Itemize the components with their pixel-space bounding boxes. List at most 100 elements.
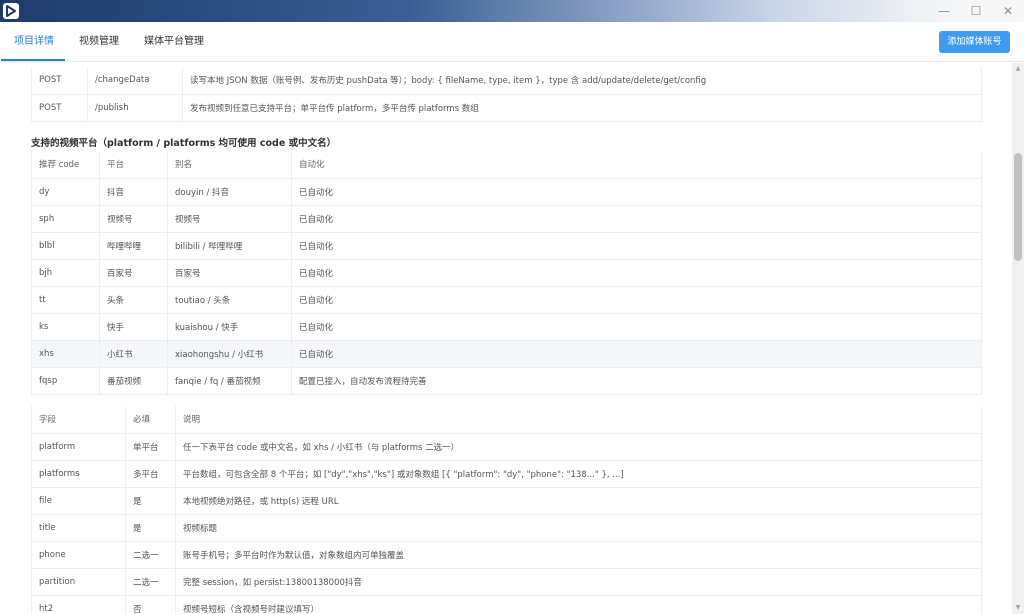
cell-platform: 哔哩哔哩	[99, 232, 168, 260]
cell-alias: 百家号	[167, 259, 292, 287]
cell-code: fqsp	[31, 367, 100, 395]
cell-field: ht2	[31, 595, 126, 614]
header-field: 字段	[31, 406, 126, 434]
api-method: POST	[31, 67, 88, 95]
api-path: /changeData	[87, 67, 183, 95]
tab-bar: 项目详情 视频管理 媒体平台管理 添加媒体账号	[0, 22, 1024, 62]
scroll-down-icon[interactable]: ▼	[1012, 602, 1024, 614]
cell-automation: 已自动化	[291, 232, 982, 260]
api-method: POST	[31, 94, 88, 122]
cell-required: 多平台	[125, 460, 176, 488]
vertical-scrollbar[interactable]: ▲ ▼	[1012, 63, 1024, 614]
api-desc: 发布视频到任意已支持平台；单平台传 platform，多平台传 platform…	[182, 94, 982, 122]
cell-alias: kuaishou / 快手	[167, 313, 292, 341]
api-table: POST /changeData 读写本地 JSON 数据（账号例、发布历史 p…	[31, 67, 982, 122]
table-header-row: 字段 必填 说明	[31, 406, 982, 434]
cell-platform: 抖音	[99, 178, 168, 206]
platform-section-title: 支持的视频平台（platform / platforms 均可使用 code 或…	[31, 138, 337, 149]
table-row-hovered: xhs 小红书 xiaohongshu / 小红书 已自动化	[31, 340, 982, 368]
table-row: file 是 本地视频绝对路径，或 http(s) 远程 URL	[31, 487, 982, 515]
cell-description: 任一下表平台 code 或中文名，如 xhs / 小红书（与 platforms…	[175, 433, 982, 461]
cell-code: xhs	[31, 340, 100, 368]
cell-required: 单平台	[125, 433, 176, 461]
header-automation: 自动化	[291, 151, 982, 179]
cell-field: phone	[31, 541, 126, 569]
cell-alias: fanqie / fq / 番茄视频	[167, 367, 292, 395]
cell-platform: 视频号	[99, 205, 168, 233]
cell-platform: 百家号	[99, 259, 168, 287]
tab-media-platform-management[interactable]: 媒体平台管理	[144, 22, 204, 62]
window-titlebar: — ☐ ✕	[0, 0, 1024, 22]
close-icon[interactable]: ✕	[992, 0, 1024, 22]
cell-code: tt	[31, 286, 100, 314]
cell-alias: douyin / 抖音	[167, 178, 292, 206]
table-row: platforms 多平台 平台数组，可包含全部 8 个平台；如 ["dy","…	[31, 460, 982, 488]
header-alias: 别名	[167, 151, 292, 179]
cell-code: ks	[31, 313, 100, 341]
header-code: 推荐 code	[31, 151, 100, 179]
cell-code: sph	[31, 205, 100, 233]
cell-platform: 小红书	[99, 340, 168, 368]
cell-alias: toutiao / 头条	[167, 286, 292, 314]
add-media-account-button[interactable]: 添加媒体账号	[939, 31, 1010, 53]
tab-video-management[interactable]: 视频管理	[79, 22, 119, 62]
cell-field: title	[31, 514, 126, 542]
cell-required: 是	[125, 487, 176, 515]
cell-platform: 番茄视频	[99, 367, 168, 395]
cell-automation: 配置已接入，自动发布流程待完善	[291, 367, 982, 395]
api-path: /publish	[87, 94, 183, 122]
cell-required: 是	[125, 514, 176, 542]
table-row: tt 头条 toutiao / 头条 已自动化	[31, 286, 982, 314]
app-logo-icon	[3, 3, 19, 19]
table-row: ks 快手 kuaishou / 快手 已自动化	[31, 313, 982, 341]
maximize-icon[interactable]: ☐	[960, 0, 992, 22]
tab-project-details[interactable]: 项目详情	[14, 22, 54, 62]
table-row: partition 二选一 完整 session，如 persist:13800…	[31, 568, 982, 596]
cell-required: 二选一	[125, 568, 176, 596]
cell-description: 本地视频绝对路径，或 http(s) 远程 URL	[175, 487, 982, 515]
table-row: phone 二选一 账号手机号；多平台时作为默认值，对象数组内可单独覆盖	[31, 541, 982, 569]
table-row: bjh 百家号 百家号 已自动化	[31, 259, 982, 287]
table-row: dy 抖音 douyin / 抖音 已自动化	[31, 178, 982, 206]
cell-description: 完整 session，如 persist:13800138000抖音	[175, 568, 982, 596]
cell-platform: 快手	[99, 313, 168, 341]
cell-alias: bilibili / 哔哩哔哩	[167, 232, 292, 260]
table-row: POST /publish 发布视频到任意已支持平台；单平台传 platform…	[31, 94, 982, 122]
table-row: title 是 视频标题	[31, 514, 982, 542]
cell-automation: 已自动化	[291, 286, 982, 314]
cell-automation: 已自动化	[291, 340, 982, 368]
header-required: 必填	[125, 406, 176, 434]
active-tab-indicator	[1, 59, 65, 61]
scroll-up-icon[interactable]: ▲	[1012, 63, 1024, 75]
cell-required: 二选一	[125, 541, 176, 569]
cell-code: dy	[31, 178, 100, 206]
table-row: ht2 否 视频号短标（含视频号时建议填写）	[31, 595, 982, 614]
table-row: sph 视频号 视频号 已自动化	[31, 205, 982, 233]
table-row: platform 单平台 任一下表平台 code 或中文名，如 xhs / 小红…	[31, 433, 982, 461]
cell-field: platform	[31, 433, 126, 461]
cell-field: partition	[31, 568, 126, 596]
cell-alias: xiaohongshu / 小红书	[167, 340, 292, 368]
table-header-row: 推荐 code 平台 别名 自动化	[31, 151, 982, 179]
cell-automation: 已自动化	[291, 205, 982, 233]
cell-automation: 已自动化	[291, 259, 982, 287]
cell-code: bjh	[31, 259, 100, 287]
minimize-icon[interactable]: —	[928, 0, 960, 22]
cell-description: 平台数组，可包含全部 8 个平台；如 ["dy","xhs","ks"] 或对象…	[175, 460, 982, 488]
cell-description: 账号手机号；多平台时作为默认值，对象数组内可单独覆盖	[175, 541, 982, 569]
main-content[interactable]: POST /changeData 读写本地 JSON 数据（账号例、发布历史 p…	[0, 63, 1012, 614]
header-platform: 平台	[99, 151, 168, 179]
cell-field: platforms	[31, 460, 126, 488]
cell-alias: 视频号	[167, 205, 292, 233]
cell-required: 否	[125, 595, 176, 614]
cell-description: 视频号短标（含视频号时建议填写）	[175, 595, 982, 614]
table-row: fqsp 番茄视频 fanqie / fq / 番茄视频 配置已接入，自动发布流…	[31, 367, 982, 395]
cell-code: blbl	[31, 232, 100, 260]
cell-field: file	[31, 487, 126, 515]
table-row: POST /changeData 读写本地 JSON 数据（账号例、发布历史 p…	[31, 67, 982, 95]
cell-platform: 头条	[99, 286, 168, 314]
platform-table: 推荐 code 平台 别名 自动化 dy 抖音 douyin / 抖音 已自动化…	[31, 151, 982, 395]
scrollbar-thumb[interactable]	[1014, 153, 1022, 261]
cell-automation: 已自动化	[291, 313, 982, 341]
field-table: 字段 必填 说明 platform 单平台 任一下表平台 code 或中文名，如…	[31, 406, 982, 614]
